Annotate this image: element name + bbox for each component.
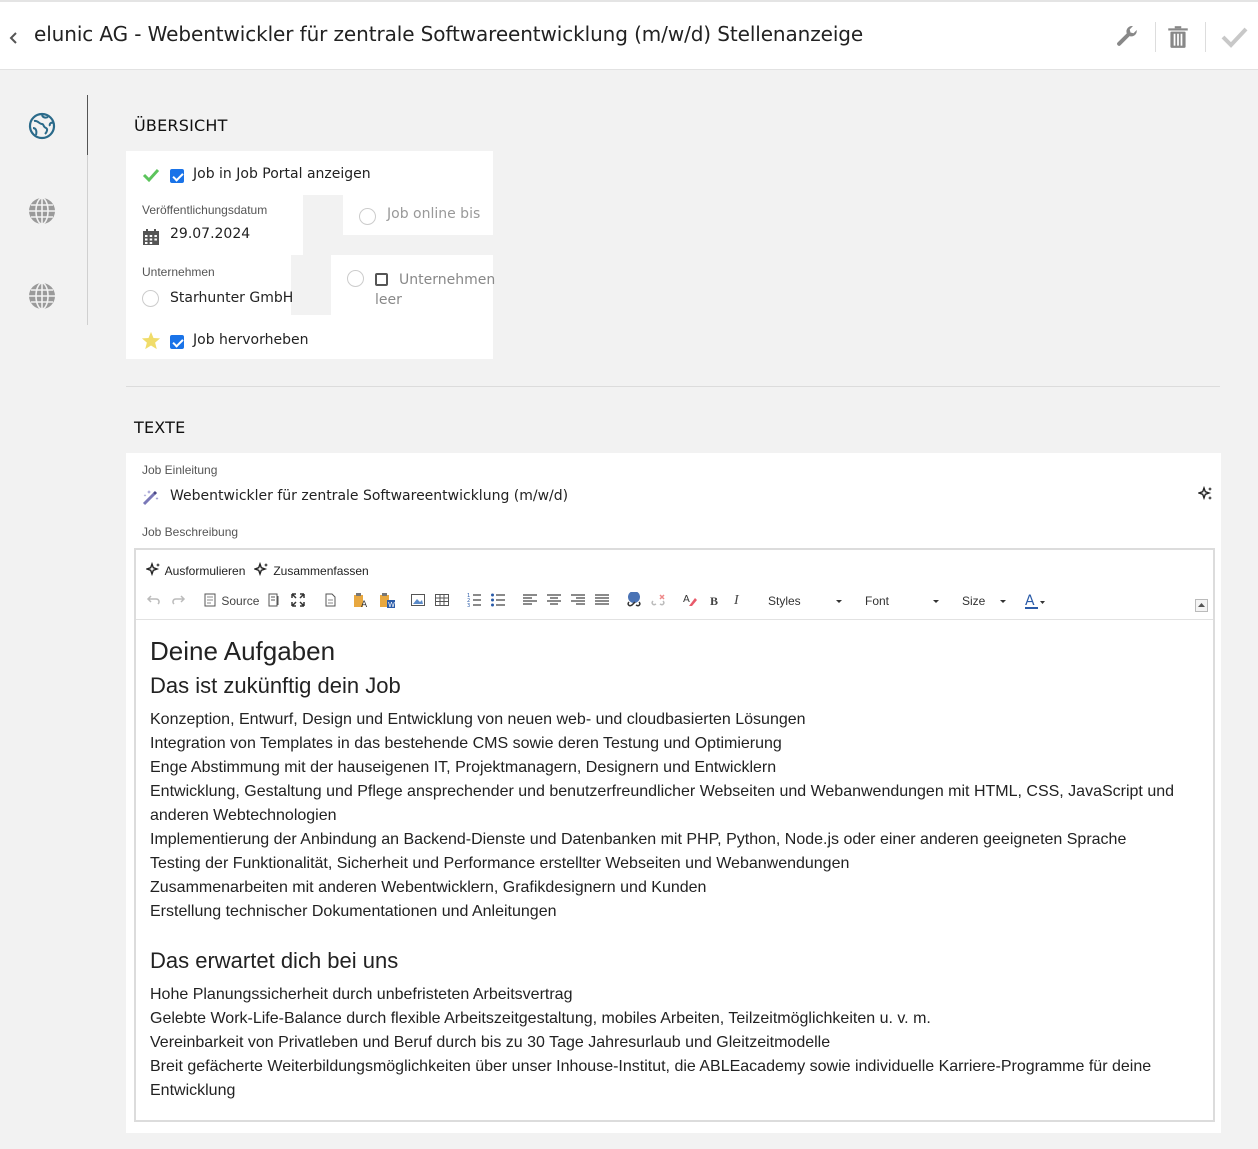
svg-text:W: W [388,601,395,608]
task-line: Integration von Templates in das bestehe… [150,735,782,752]
page-title: elunic AG - Webentwickler für zentrale S… [34,22,864,46]
company-empty-label: Unternehmen leer [375,272,496,308]
task-line: Entwicklung, Gestaltung und Pflege anspr… [150,783,1175,824]
unlink-icon[interactable] [650,592,666,610]
remove-format-icon[interactable]: A [682,592,698,610]
sidebar-line [87,155,88,325]
intro-value[interactable]: Webentwickler für zentrale Softwareentwi… [170,488,568,504]
paste-text-icon[interactable]: A [352,592,370,610]
benefit-line: Gelebte Work-Life-Balance durch flexible… [150,1010,931,1027]
bullet-list-icon[interactable] [490,592,506,610]
section-divider [126,386,1220,387]
ai-rephrase-label: Ausformulieren [164,564,246,578]
highlight-label: Job hervorheben [193,332,309,348]
maximize-icon[interactable] [290,592,306,610]
heading-your-job: Das ist zukünftig dein Job [150,673,401,698]
save-check-icon[interactable] [1220,24,1248,50]
table-icon[interactable] [434,592,450,610]
editor-toolbar: Ausformulieren Zusammenfassen Source A W… [136,550,1213,620]
collapse-toolbar-icon[interactable] [1195,599,1208,612]
chevron-down-icon [933,600,939,603]
sidebar-active-indicator [87,95,88,155]
font-dropdown[interactable]: Font [865,592,941,610]
editor-content[interactable]: Deine Aufgaben Das ist zukünftig dein Jo… [150,636,1200,1103]
online-until-radio[interactable] [359,208,376,225]
source-button[interactable]: Source [202,592,259,610]
intro-label: Job Einleitung [142,463,218,477]
green-check-icon [142,167,160,187]
ai-summarize-button[interactable]: Zusammenfassen [252,561,369,578]
new-page-icon[interactable] [322,592,338,610]
ai-sparkle-icon[interactable] [1196,485,1214,506]
task-line: Enge Abstimmung mit der hauseigenen IT, … [150,759,777,776]
paste-word-icon[interactable]: W [378,592,396,610]
company-empty-radio[interactable] [347,270,364,287]
globe-active-icon[interactable] [28,112,56,140]
task-line: Zusammenarbeiten mit anderen Webentwickl… [150,879,707,896]
ai-rephrase-button[interactable]: Ausformulieren [144,561,246,578]
top-bar: elunic AG - Webentwickler für zentrale S… [0,0,1258,70]
benefit-line: Vereinbarkeit von Privatleben und Beruf … [150,1034,831,1051]
overview-section-title: ÜBERSICHT [134,116,228,135]
source-label: Source [221,594,260,608]
sidebar [0,70,108,1149]
star-icon [141,331,161,354]
size-label: Size [962,594,986,608]
italic-icon[interactable]: I [734,592,739,610]
heading-benefits: Das erwartet dich bei uns [150,948,399,973]
source-icon [202,592,218,608]
publish-date-label: Veröffentlichungsdatum [142,203,268,217]
task-line: Konzeption, Entwurf, Design und Entwickl… [150,711,806,728]
bold-icon[interactable]: B [710,592,718,610]
align-justify-icon[interactable] [594,592,610,610]
benefit-line: Hohe Planungssicherheit durch unbefriste… [150,986,573,1003]
show-in-portal-label: Job in Job Portal anzeigen [193,166,371,182]
image-icon[interactable] [410,592,426,610]
svg-text:3: 3 [467,603,470,608]
task-line: Implementierung der Anbindung an Backend… [150,831,1127,848]
online-until-field[interactable]: Job online bis [387,206,480,222]
back-chevron-icon[interactable] [8,28,24,48]
svg-text:A: A [1025,593,1035,609]
chevron-down-icon [836,600,842,603]
description-label: Job Beschreibung [142,525,239,539]
heading-tasks: Deine Aufgaben [150,636,336,666]
globe-icon[interactable] [28,197,56,225]
svg-text:A: A [361,600,368,608]
trash-icon[interactable] [1165,24,1191,50]
link-icon[interactable] [626,592,642,610]
texts-section-title: TEXTE [134,418,186,437]
company-value[interactable]: Starhunter GmbH [170,290,293,306]
show-blocks-icon[interactable] [266,592,282,610]
company-radio[interactable] [142,290,159,307]
header-divider [1205,22,1206,52]
styles-dropdown[interactable]: Styles [768,592,842,610]
size-dropdown[interactable]: Size [962,592,1008,610]
align-right-icon[interactable] [570,592,586,610]
text-color-icon[interactable]: A [1024,592,1048,610]
undo-icon[interactable] [146,592,162,610]
magic-wand-icon[interactable] [142,488,160,510]
company-label: Unternehmen [142,265,215,279]
task-line: Testing der Funktionalität, Sicherheit u… [150,855,850,872]
align-center-icon[interactable] [546,592,562,610]
numbered-list-icon[interactable]: 123 [466,592,482,610]
wrench-icon[interactable] [1114,24,1140,50]
calendar-icon[interactable] [142,228,160,250]
align-left-icon[interactable] [522,592,538,610]
ai-summarize-label: Zusammenfassen [273,564,369,578]
svg-text:A: A [683,594,690,605]
chevron-down-icon [1000,600,1006,603]
styles-label: Styles [768,594,801,608]
show-in-portal-checkbox[interactable] [170,169,184,183]
header-divider [1155,22,1156,52]
highlight-checkbox[interactable] [170,335,184,349]
globe-icon[interactable] [28,282,56,310]
redo-icon[interactable] [170,592,186,610]
publish-date-value[interactable]: 29.07.2024 [170,226,250,242]
task-line: Erstellung technischer Dokumentationen u… [150,903,557,920]
font-label: Font [865,594,890,608]
benefit-line: Breit gefächerte Weiterbildungsmöglichke… [150,1058,1152,1099]
rich-text-editor[interactable]: Ausformulieren Zusammenfassen Source A W… [134,548,1215,1122]
